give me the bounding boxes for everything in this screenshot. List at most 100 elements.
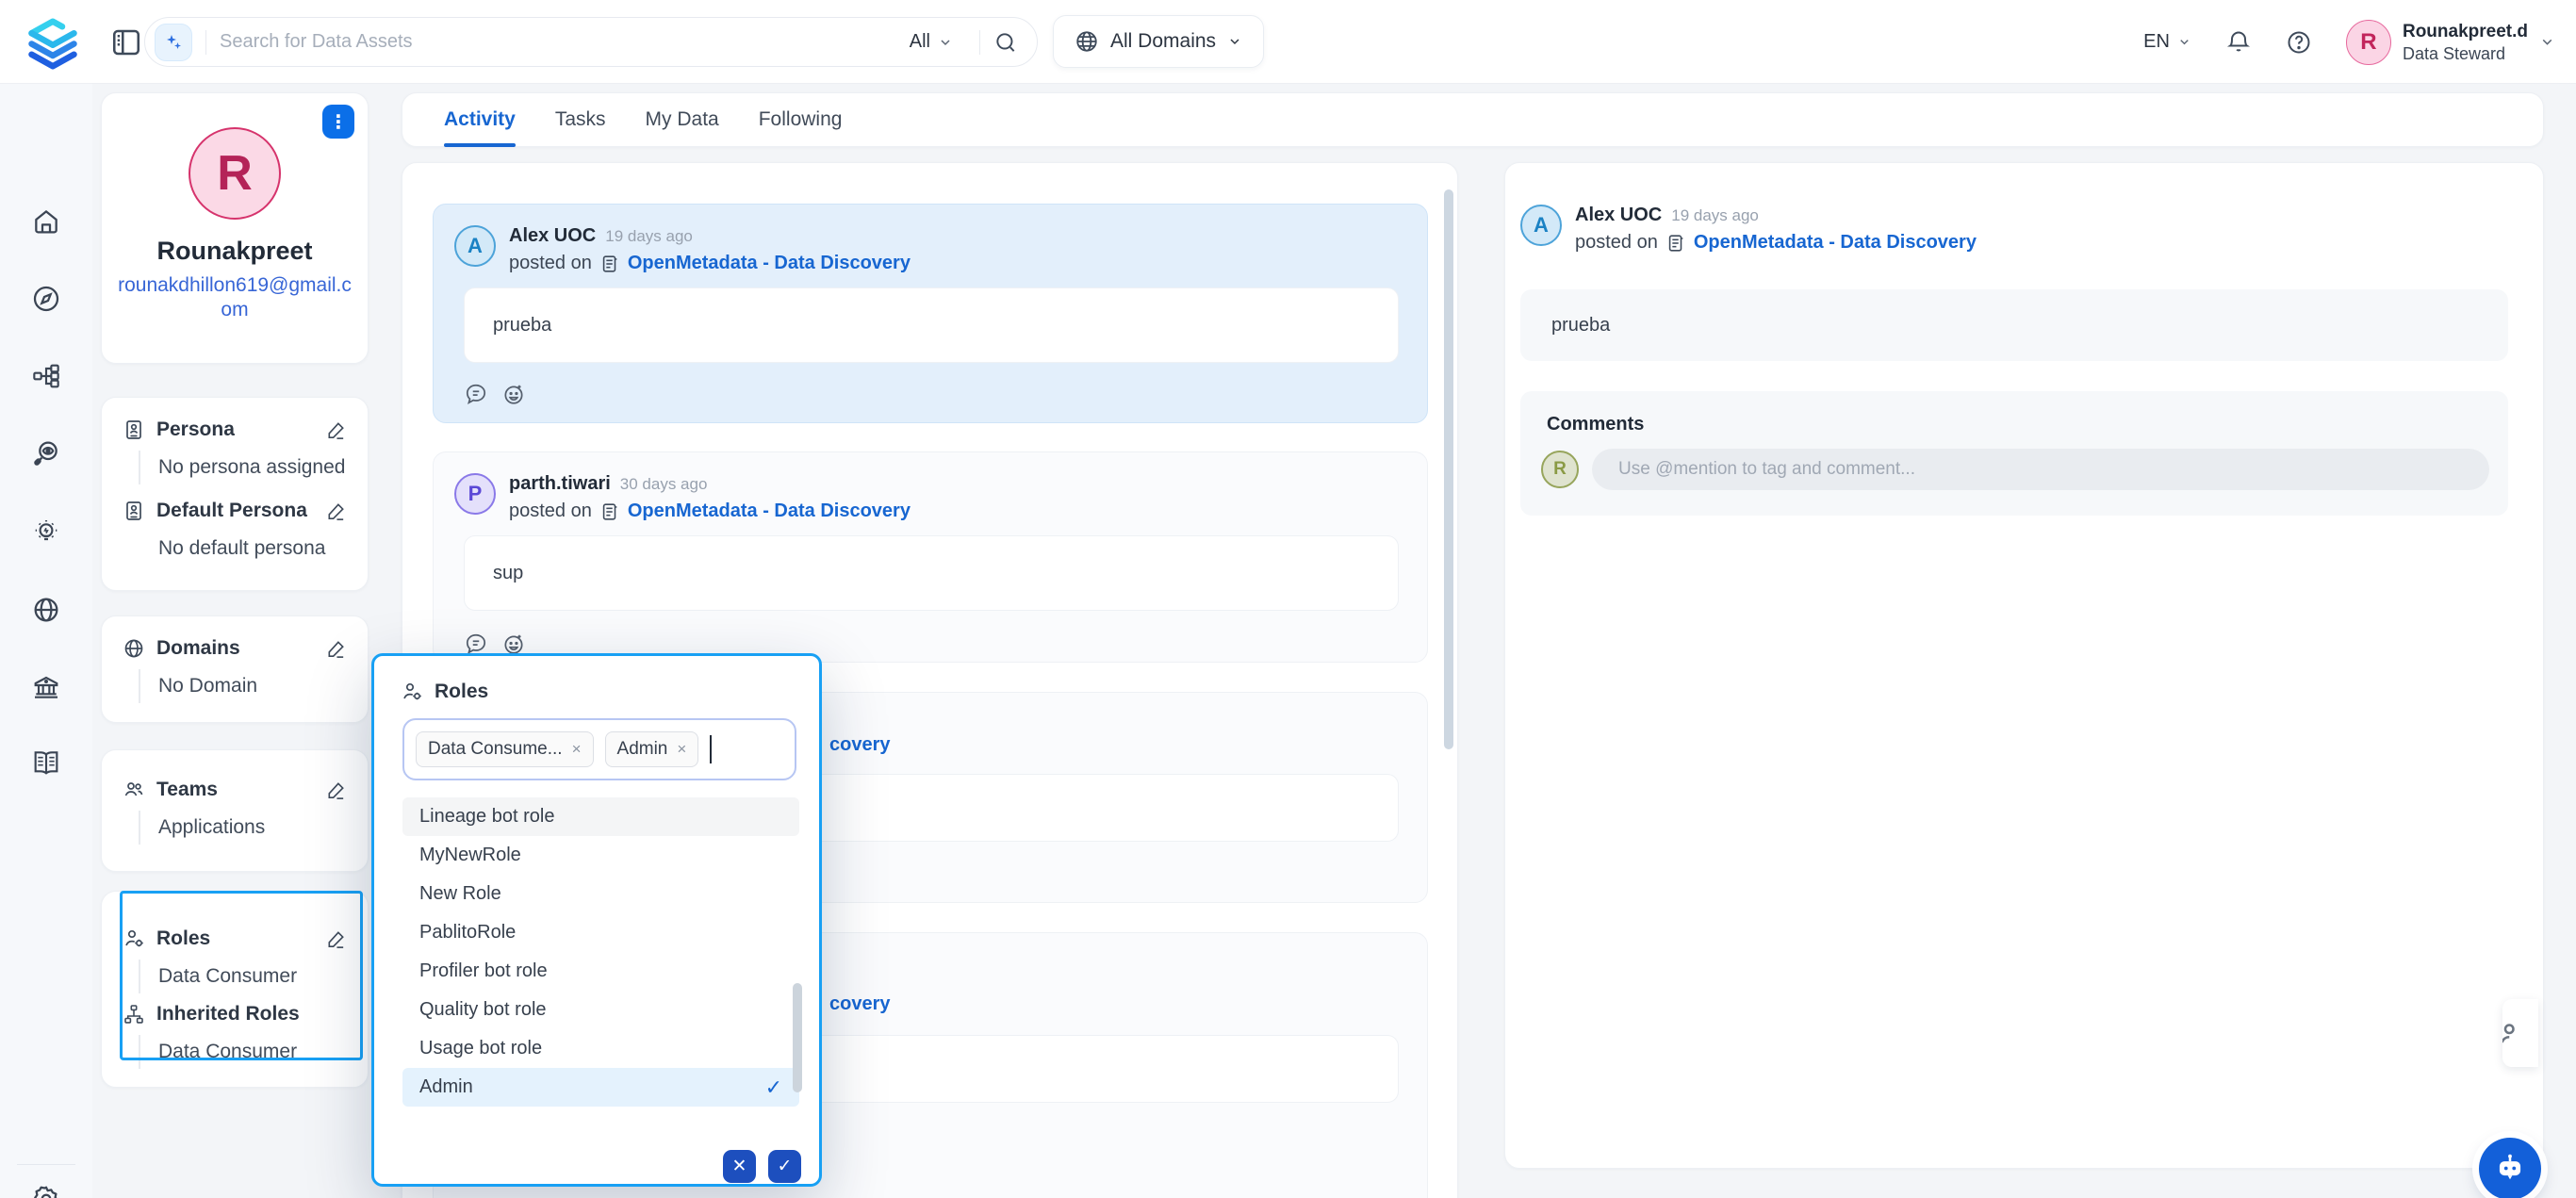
persona-card: Persona No persona assigned Default Pers…	[101, 397, 369, 591]
all-domains-label: All Domains	[1110, 30, 1216, 53]
document-icon	[599, 501, 620, 522]
inherited-roles-value-link[interactable]: Data Consumer	[139, 1035, 347, 1069]
edit-default-persona-icon[interactable]	[325, 501, 347, 522]
role-option[interactable]: PablitoRole	[402, 913, 799, 952]
globe-icon	[1075, 29, 1099, 54]
profile-email-link[interactable]: rounakdhillon619@gmail.com	[115, 273, 354, 322]
confirm-button[interactable]: ✓	[768, 1150, 801, 1183]
support-chatbot-button[interactable]	[2479, 1138, 2541, 1198]
help-icon[interactable]	[2286, 29, 2312, 56]
remove-chip-icon[interactable]: ×	[572, 740, 582, 759]
roles-edit-popup: Roles Data Consume... × Admin × Lineage …	[371, 653, 822, 1187]
role-option[interactable]: Lineage bot role	[402, 797, 799, 836]
post-author-avatar: P	[454, 473, 496, 515]
global-search-bar[interactable]: All	[144, 17, 1038, 67]
notifications-bell-icon[interactable]	[2225, 29, 2252, 56]
default-persona-icon	[123, 500, 145, 522]
feed-scrollbar[interactable]	[1444, 189, 1453, 749]
user-role: Data Steward	[2403, 43, 2528, 64]
selected-role-chip[interactable]: Data Consume... ×	[416, 731, 594, 767]
post-target-link-fragment[interactable]: covery	[829, 734, 891, 756]
profile-summary-card: ⋮ R Rounakpreet rounakdhillon619@gmail.c…	[101, 92, 369, 364]
edit-persona-icon[interactable]	[325, 419, 347, 441]
user-profile-menu[interactable]: R Rounakpreet.d Data Steward	[2346, 20, 2555, 65]
teams-value-link[interactable]: Applications	[139, 811, 347, 845]
post-message: sup	[464, 535, 1399, 611]
remove-chip-icon[interactable]: ×	[677, 740, 686, 759]
tab-tasks[interactable]: Tasks	[555, 92, 606, 147]
roles-card: Roles Data Consumer Inherited Roles Data…	[101, 891, 369, 1088]
role-option[interactable]: New Role	[402, 875, 799, 913]
tab-my-data[interactable]: My Data	[646, 92, 719, 147]
language-value: EN	[2143, 31, 2170, 53]
chevron-down-icon	[1227, 34, 1242, 49]
profile-tabs: Activity Tasks My Data Following	[402, 92, 2544, 147]
nav-glossary-book-icon[interactable]	[31, 747, 61, 778]
persona-title: Persona	[156, 418, 314, 441]
search-scope-dropdown[interactable]: All	[910, 31, 953, 53]
post-author-name: Alex UOC	[509, 225, 596, 246]
roles-value-link[interactable]: Data Consumer	[139, 960, 347, 993]
sidebar-toggle-icon[interactable]	[109, 25, 143, 59]
chevron-down-icon	[2177, 35, 2191, 49]
nav-lineage-graph-icon[interactable]	[31, 361, 61, 391]
profile-more-options-button[interactable]: ⋮	[322, 105, 354, 139]
nav-home-icon[interactable]	[31, 206, 61, 237]
collapsed-panel-handle[interactable]	[2502, 999, 2538, 1067]
post-target-link-fragment[interactable]: covery	[829, 993, 891, 1015]
nav-insights-bulb-icon[interactable]	[31, 517, 61, 547]
post-target-link[interactable]: OpenMetadata - Data Discovery	[628, 501, 911, 522]
tab-activity[interactable]: Activity	[444, 92, 516, 147]
role-option-selected[interactable]: Admin ✓	[402, 1068, 799, 1107]
post-action-text: posted on	[509, 253, 592, 274]
post-action-text: posted on	[509, 501, 592, 522]
post-action-text: posted on	[1575, 232, 1658, 254]
default-persona-title: Default Persona	[156, 500, 314, 522]
text-cursor	[710, 735, 712, 763]
openmetadata-app: All All Domains EN	[0, 0, 2576, 1198]
roles-option-list: Lineage bot role MyNewRole New Role Pabl…	[402, 797, 799, 1107]
post-target-link[interactable]: OpenMetadata - Data Discovery	[628, 253, 911, 274]
role-option[interactable]: Usage bot role	[402, 1029, 799, 1068]
post-author-avatar: A	[1520, 205, 1562, 246]
openmetadata-logo-icon[interactable]	[25, 13, 81, 70]
role-option[interactable]: Quality bot role	[402, 991, 799, 1029]
language-dropdown[interactable]: EN	[2143, 31, 2191, 53]
reply-comment-icon[interactable]	[464, 382, 488, 406]
search-input[interactable]	[220, 31, 910, 53]
edit-roles-icon[interactable]	[325, 928, 347, 950]
tab-following[interactable]: Following	[759, 92, 843, 147]
inherited-roles-icon	[123, 1003, 145, 1026]
topbar: All All Domains EN	[0, 0, 2576, 84]
add-reaction-emoji-icon[interactable]	[501, 382, 526, 406]
nav-explore-compass-icon[interactable]	[31, 284, 61, 314]
profile-avatar: R	[189, 127, 281, 220]
comment-input[interactable]: Use @mention to tag and comment...	[1592, 449, 2489, 490]
robot-icon	[2492, 1151, 2528, 1187]
feed-post[interactable]: P parth.tiwari30 days ago posted on Open…	[433, 451, 1428, 663]
all-domains-dropdown[interactable]: All Domains	[1053, 15, 1264, 68]
nav-govern-bank-icon[interactable]	[31, 672, 61, 702]
nav-observability-icon[interactable]	[31, 438, 61, 468]
feed-post-selected[interactable]: A Alex UOC19 days ago posted on OpenMeta…	[433, 204, 1428, 423]
selected-check-icon: ✓	[765, 1075, 782, 1100]
search-icon[interactable]	[993, 30, 1018, 55]
comments-section: Comments R Use @mention to tag and comme…	[1520, 391, 2508, 516]
selected-role-chip[interactable]: Admin ×	[605, 731, 699, 767]
post-message: prueba	[1520, 289, 2508, 361]
nav-domains-globe-icon[interactable]	[31, 595, 61, 625]
role-option[interactable]: MyNewRole	[402, 836, 799, 875]
nav-settings-gear-icon[interactable]	[31, 1184, 61, 1198]
roles-select-input[interactable]: Data Consume... × Admin ×	[402, 718, 796, 780]
role-option[interactable]: Profiler bot role	[402, 952, 799, 991]
current-user-avatar: R	[1541, 451, 1579, 488]
post-timestamp: 19 days ago	[605, 227, 693, 245]
roles-popup-title: Roles	[435, 681, 488, 703]
edit-teams-icon[interactable]	[325, 780, 347, 801]
cancel-button[interactable]: ✕	[723, 1150, 756, 1183]
edit-domains-icon[interactable]	[325, 638, 347, 660]
ai-sparkles-icon[interactable]	[155, 24, 192, 61]
roles-list-scrollbar[interactable]	[793, 983, 802, 1092]
post-target-link[interactable]: OpenMetadata - Data Discovery	[1694, 232, 1977, 254]
post-timestamp: 19 days ago	[1671, 206, 1759, 224]
